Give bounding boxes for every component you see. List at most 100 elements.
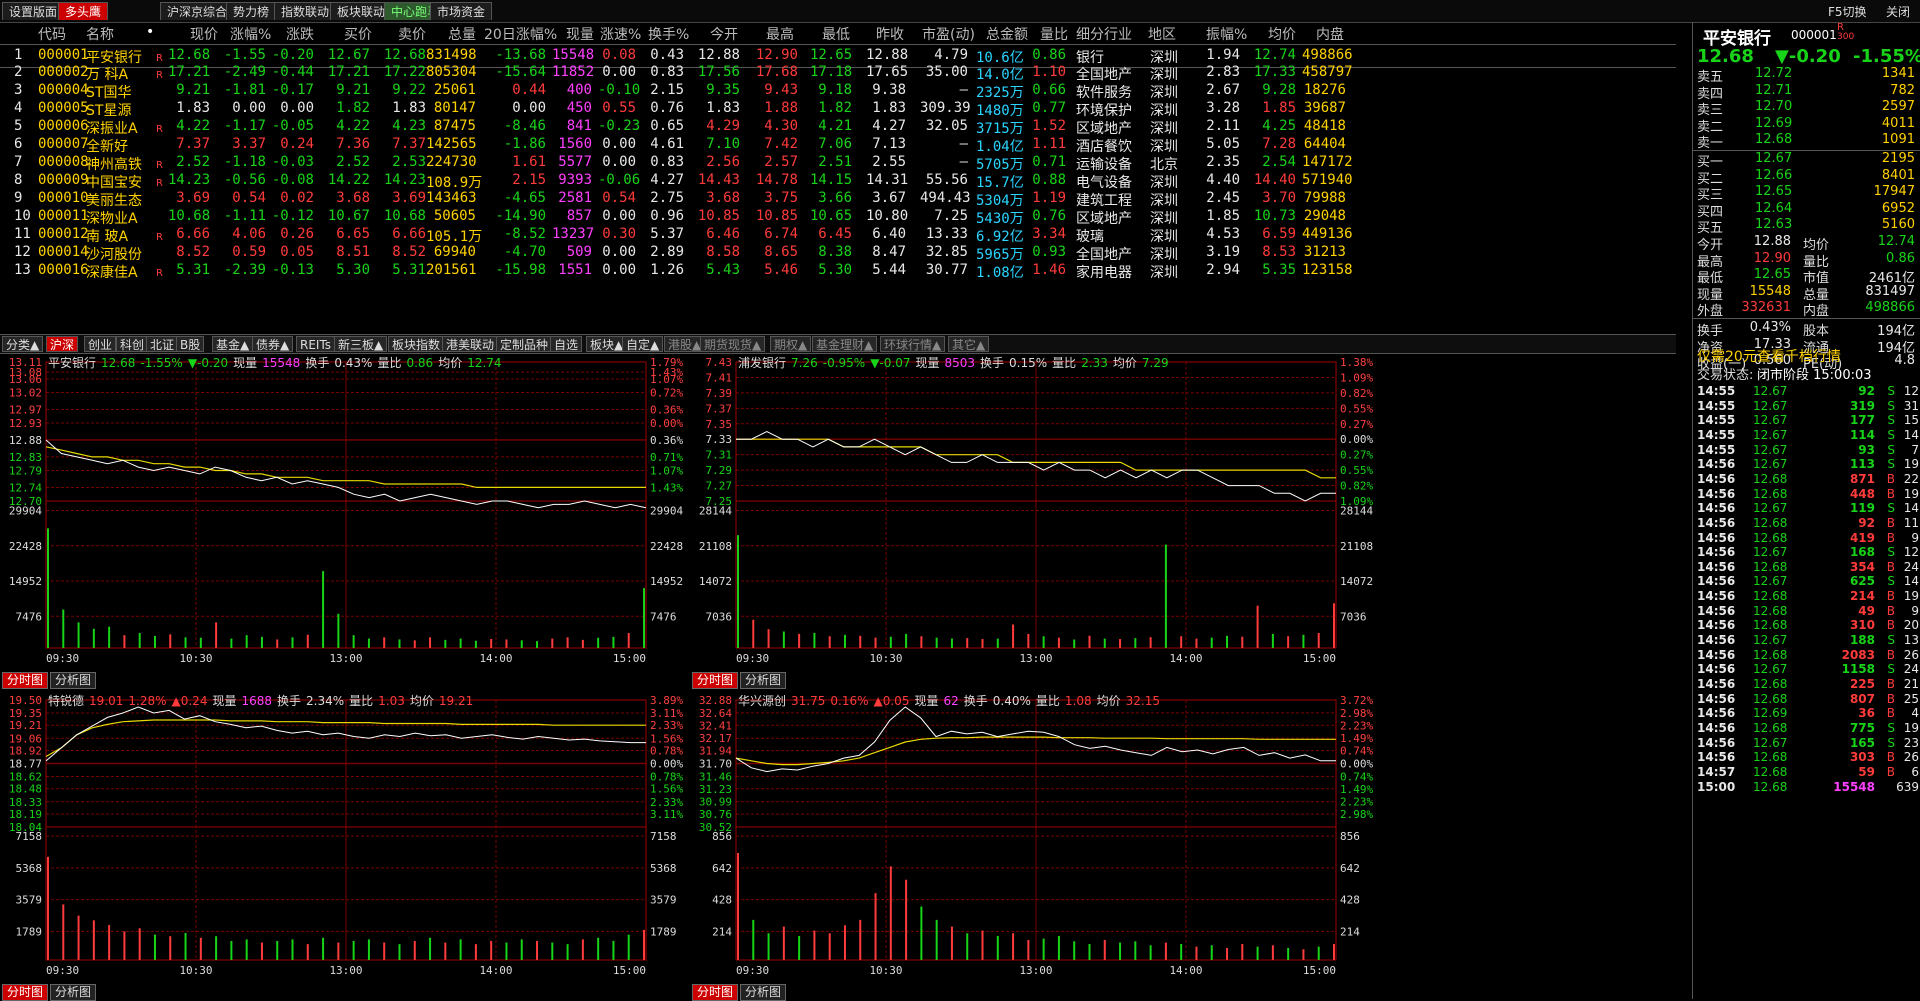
category-tab[interactable]: 港美联动 bbox=[442, 336, 499, 352]
column-header[interactable]: 涨跌 bbox=[286, 24, 314, 44]
category-tab[interactable]: 分类▲ bbox=[2, 336, 44, 352]
volume-tick-label: 428 bbox=[1340, 894, 1360, 907]
tick-count: 20 bbox=[1903, 618, 1919, 633]
column-header[interactable]: 今开 bbox=[710, 24, 738, 44]
tab-intraday[interactable]: 分时图 bbox=[2, 672, 49, 689]
category-tab[interactable]: 基金▲ bbox=[212, 336, 254, 352]
bid: 14.22 bbox=[327, 172, 370, 188]
tab-intraday[interactable]: 分时图 bbox=[692, 984, 739, 1001]
category-tab[interactable]: 新三板▲ bbox=[334, 336, 388, 352]
ask-volume: 782 bbox=[1890, 82, 1915, 98]
column-header[interactable]: 均价 bbox=[1268, 24, 1296, 44]
column-header[interactable]: 最低 bbox=[822, 24, 850, 44]
tick-volume: 49 bbox=[1858, 603, 1875, 618]
column-header[interactable]: 名称 bbox=[86, 24, 114, 44]
column-header[interactable]: 昨收 bbox=[876, 24, 904, 44]
column-header[interactable]: 现价 bbox=[190, 24, 218, 44]
column-header[interactable]: 卖价 bbox=[398, 24, 426, 44]
column-header[interactable]: 买价 bbox=[344, 24, 372, 44]
tick-time: 14:56 bbox=[1697, 501, 1736, 516]
price-tick-label: 30.99 bbox=[699, 796, 732, 809]
tab-market-funds[interactable]: 市场资金 bbox=[430, 2, 493, 20]
ask: 9.22 bbox=[392, 82, 426, 98]
tab-multi-eagle[interactable]: 多头鹰 bbox=[58, 2, 109, 20]
table-row[interactable]: 13 000016 深康佳A 5.31 -2.39 -0.13 5.30 5.31 201561… bbox=[0, 260, 1676, 282]
intraday-chart[interactable]: 7.43 1.38% 7.41 1.09% 7.39 0.82% 7.37 0.55% 7.35… bbox=[690, 352, 1378, 670]
tab-analysis[interactable]: 分析图 bbox=[50, 984, 97, 1001]
column-header[interactable]: 换手% bbox=[648, 24, 689, 44]
intraday-chart[interactable]: 32.88 3.72% 32.64 2.98% 32.41 2.23% 32.17 1.49%… bbox=[690, 690, 1378, 982]
current-volume: 9393 bbox=[558, 172, 592, 188]
category-tab[interactable]: 期权▲ bbox=[770, 336, 812, 352]
category-tab[interactable]: 自选 bbox=[550, 336, 583, 352]
avg-price: 4.25 bbox=[1262, 118, 1296, 134]
tab-composite[interactable]: 沪深京综合 bbox=[160, 2, 235, 20]
column-header[interactable]: 代码 bbox=[38, 24, 66, 44]
category-tab[interactable]: 期货现货▲ bbox=[700, 336, 766, 352]
column-header[interactable]: 细分行业 bbox=[1076, 24, 1132, 44]
chart-header-cur-label: 现量 bbox=[914, 694, 939, 708]
column-header[interactable]: 总金额 bbox=[986, 24, 1028, 44]
prev-close: 9.38 bbox=[872, 82, 906, 98]
category-tab[interactable]: 环球行情▲ bbox=[880, 336, 946, 352]
chart-svg: 7.43 1.38% 7.41 1.09% 7.39 0.82% 7.37 0.55% 7.35… bbox=[699, 356, 1374, 665]
intraday-chart[interactable]: 19.50 3.89% 19.35 3.11% 19.21 2.33% 19.06 1.56%… bbox=[0, 690, 688, 982]
column-header[interactable]: 现量 bbox=[566, 24, 594, 44]
tick-volume: 188 bbox=[1849, 633, 1875, 648]
tab-index-link[interactable]: 指数联动 bbox=[274, 2, 337, 20]
f5-switch-button[interactable]: F5切换 bbox=[1828, 3, 1867, 20]
category-tab[interactable]: 创业 bbox=[84, 336, 117, 352]
category-tab[interactable]: 其它▲ bbox=[948, 336, 990, 352]
chart-header-lb: 2.33 bbox=[1081, 356, 1108, 370]
category-tab[interactable]: 北证 bbox=[146, 336, 179, 352]
tab-sector-link[interactable]: 板块联动 bbox=[330, 2, 393, 20]
tab-analysis[interactable]: 分析图 bbox=[740, 984, 787, 1001]
price: 7.37 bbox=[176, 136, 210, 152]
column-header[interactable]: 总量 bbox=[448, 24, 476, 44]
column-header[interactable]: 涨幅% bbox=[230, 24, 271, 44]
amplitude: 4.40 bbox=[1206, 172, 1240, 188]
column-header[interactable]: 涨速% bbox=[600, 24, 641, 44]
ask-volume: 1341 bbox=[1881, 66, 1915, 81]
column-header[interactable]: 地区 bbox=[1148, 24, 1176, 44]
category-tab[interactable]: 科创 bbox=[116, 336, 149, 352]
column-header[interactable]: 最高 bbox=[766, 24, 794, 44]
tab-analysis[interactable]: 分析图 bbox=[740, 672, 787, 689]
ask: 4.23 bbox=[392, 118, 426, 134]
column-header[interactable]: • bbox=[146, 24, 154, 40]
pe: 7.25 bbox=[934, 208, 968, 224]
column-header[interactable]: 振幅% bbox=[1206, 24, 1247, 44]
intraday-chart[interactable]: 13.11 1.79% 13.08 1.43% 13.06 1.07% 13.02 0.72%… bbox=[0, 352, 688, 670]
avg-price: 3.70 bbox=[1262, 190, 1296, 206]
change: -0.13 bbox=[271, 262, 314, 278]
close-button[interactable]: 关闭 bbox=[1886, 3, 1910, 20]
category-tab[interactable]: 债券▲ bbox=[252, 336, 294, 352]
column-header[interactable]: 量比 bbox=[1040, 24, 1068, 44]
category-tab[interactable]: 沪深 bbox=[46, 336, 79, 352]
column-header[interactable]: 市盈(动) bbox=[922, 24, 975, 44]
time-tick-label: 15:00 bbox=[613, 964, 646, 977]
panel-flag-300: 300 bbox=[1837, 32, 1855, 42]
stats-divider bbox=[1693, 318, 1920, 319]
category-tab[interactable]: 自定▲ bbox=[622, 336, 664, 352]
tab-intraday[interactable]: 分时图 bbox=[2, 984, 49, 1001]
column-header[interactable]: 20日涨幅% bbox=[484, 24, 557, 44]
category-tab[interactable]: 板块指数 bbox=[388, 336, 445, 352]
turnover: 0.96 bbox=[650, 208, 684, 224]
chart-view-tabs: 分时图 分析图 bbox=[2, 672, 98, 689]
tab-layout-settings[interactable]: 设置版面 bbox=[2, 2, 65, 20]
category-tab[interactable]: 基金理财▲ bbox=[812, 336, 878, 352]
tab-power-rank[interactable]: 势力榜 bbox=[226, 2, 277, 20]
promo-link[interactable]: 仅需20元查看千档行情 bbox=[1697, 346, 1841, 366]
bid: 2.52 bbox=[336, 154, 370, 170]
volume-tick-label: 22428 bbox=[650, 540, 683, 553]
category-tab[interactable]: 定制品种 bbox=[496, 336, 553, 352]
pct-tick-label: 0.27% bbox=[1340, 449, 1373, 462]
column-header[interactable]: 内盘 bbox=[1316, 24, 1344, 44]
tick-row: 14:56 12.67 165 S 23 bbox=[1693, 736, 1920, 750]
category-tab[interactable]: REITs bbox=[296, 336, 336, 352]
tab-analysis[interactable]: 分析图 bbox=[50, 672, 97, 689]
chg-20d: -4.65 bbox=[503, 190, 546, 206]
tab-intraday[interactable]: 分时图 bbox=[692, 672, 739, 689]
category-tab[interactable]: B股 bbox=[176, 336, 205, 352]
